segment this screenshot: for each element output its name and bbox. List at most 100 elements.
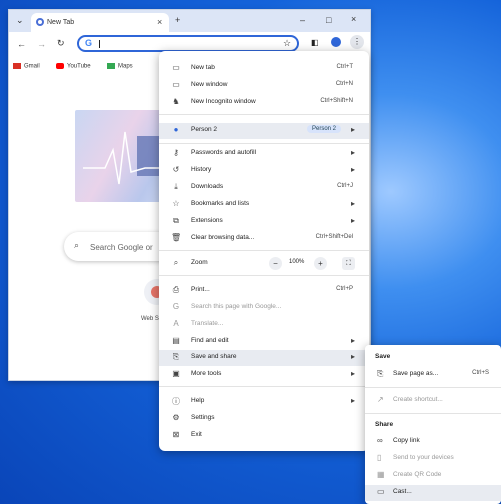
side-panel-icon[interactable]: ◧ — [311, 38, 319, 47]
google-g-icon: G — [85, 38, 93, 48]
menu-find-edit[interactable]: ▤ Find and edit ▸ — [159, 334, 369, 349]
bookmark-maps[interactable]: Maps — [107, 63, 133, 70]
menu-shortcut: Ctrl+J — [337, 183, 353, 189]
download-icon: ⤓ — [174, 182, 178, 191]
puzzle-icon: ⧉ — [173, 216, 179, 225]
menu-label: Passwords and autofill — [191, 149, 257, 156]
chevron-right-icon: ▸ — [350, 199, 355, 208]
help-icon: ⓘ — [172, 397, 180, 406]
menu-shortcut: Ctrl+N — [335, 81, 353, 87]
new-tab-button[interactable]: + — [175, 15, 180, 25]
divider — [159, 114, 369, 115]
trash-icon: 🗑 — [171, 233, 182, 242]
chevron-right-icon: ▸ — [350, 336, 355, 345]
divider — [159, 275, 369, 276]
profile-avatar[interactable] — [331, 37, 341, 47]
menu-clear-data[interactable]: 🗑 Clear browsing data... Ctrl+Shift+Del — [159, 231, 369, 246]
menu-exit[interactable]: ⊠ Exit — [159, 428, 369, 443]
menu-help[interactable]: ⓘ Help ▸ — [159, 394, 369, 409]
menu-extensions[interactable]: ⧉ Extensions ▸ — [159, 214, 369, 229]
menu-search-page[interactable]: G Search this page with Google... — [159, 300, 369, 315]
submenu-cast[interactable]: ▭ Cast... — [365, 485, 501, 501]
person-icon: ● — [173, 125, 179, 134]
zoom-in-button[interactable]: + — [314, 257, 327, 270]
menu-label: Copy link — [393, 437, 420, 444]
menu-print[interactable]: ⎙ Print... Ctrl+P — [159, 283, 369, 298]
menu-translate[interactable]: A Translate... — [159, 317, 369, 332]
menu-passwords[interactable]: ⚷ Passwords and autofill ▸ — [159, 146, 369, 161]
menu-label: Save and share — [191, 353, 237, 360]
zoom-value: 100% — [289, 259, 305, 265]
close-window-button[interactable]: × — [351, 14, 356, 24]
shortcut-label: Web S — [141, 316, 159, 322]
menu-label: Find and edit — [191, 337, 229, 344]
chevron-right-icon: ▸ — [350, 165, 355, 174]
devices-icon: ▯ — [377, 453, 382, 462]
bookmark-gmail[interactable]: Gmail — [13, 63, 40, 70]
menu-label: Downloads — [191, 183, 224, 190]
menu-save-share[interactable]: ⎘ Save and share ▸ — [159, 350, 369, 366]
save-page-icon: ⎘ — [377, 369, 384, 378]
printer-icon: ⎙ — [172, 285, 180, 294]
divider — [159, 250, 369, 251]
menu-label: Clear browsing data... — [191, 234, 255, 241]
save-share-icon: ⎘ — [172, 352, 180, 361]
menu-label: New tab — [191, 64, 215, 71]
menu-label: Create shortcut... — [393, 396, 443, 403]
bookmark-label: Gmail — [24, 63, 40, 70]
chrome-menu: ▭ New tab Ctrl+T ▭ New window Ctrl+N ♞ N… — [159, 51, 369, 451]
bookmark-youtube[interactable]: YouTube — [56, 63, 91, 70]
submenu-send-devices[interactable]: ▯ Send to your devices — [365, 451, 501, 466]
translate-icon: A — [173, 319, 179, 328]
reload-button[interactable]: ↻ — [57, 38, 65, 49]
menu-label: New window — [191, 81, 228, 88]
link-icon: ∞ — [377, 436, 383, 445]
menu-new-incognito[interactable]: ♞ New Incognito window Ctrl+Shift+N — [159, 95, 369, 110]
menu-label: More tools — [191, 370, 222, 377]
menu-profile[interactable]: ● Person 2 Person 2 ▸ — [159, 123, 369, 139]
tab-search-button[interactable]: ⌄ — [16, 15, 24, 26]
kebab-menu-icon[interactable]: ⋮ — [350, 35, 364, 49]
menu-new-tab[interactable]: ▭ New tab Ctrl+T — [159, 61, 369, 76]
chevron-right-icon: ▸ — [350, 352, 355, 361]
exit-icon: ⊠ — [172, 430, 180, 439]
zoom-icon: ⌕ — [173, 258, 179, 267]
bookmark-label: YouTube — [67, 63, 91, 70]
chrome-icon — [36, 18, 44, 26]
menu-downloads[interactable]: ⤓ Downloads Ctrl+J — [159, 180, 369, 195]
submenu-copy-link[interactable]: ∞ Copy link — [365, 434, 501, 449]
chevron-right-icon: ▸ — [350, 396, 355, 405]
menu-label: Settings — [191, 414, 215, 421]
submenu-qr-code[interactable]: ▦ Create QR Code — [365, 468, 501, 483]
zoom-out-button[interactable]: − — [269, 257, 282, 270]
star-icon[interactable]: ☆ — [283, 38, 291, 49]
menu-bookmarks[interactable]: ☆ Bookmarks and lists ▸ — [159, 197, 369, 212]
menu-label: Cast... — [393, 488, 412, 495]
menu-history[interactable]: ↺ History ▸ — [159, 163, 369, 178]
fullscreen-icon[interactable]: ⛶ — [342, 257, 355, 270]
gmail-icon — [13, 63, 21, 69]
maximize-button[interactable]: □ — [326, 15, 331, 25]
menu-label: Bookmarks and lists — [191, 200, 250, 207]
minimize-button[interactable]: – — [300, 15, 305, 25]
key-icon: ⚷ — [173, 148, 179, 157]
shortcut-arrow-icon: ↗ — [377, 395, 384, 404]
menu-new-window[interactable]: ▭ New window Ctrl+N — [159, 78, 369, 93]
menu-shortcut: Ctrl+S — [472, 370, 489, 376]
submenu-create-shortcut[interactable]: ↗ Create shortcut... — [365, 393, 501, 408]
forward-button[interactable]: → — [37, 39, 46, 49]
qr-code-icon: ▦ — [377, 470, 385, 479]
tab-new-tab[interactable]: New Tab × — [31, 13, 169, 32]
menu-shortcut: Ctrl+Shift+Del — [315, 234, 353, 240]
menu-more-tools[interactable]: ▣ More tools ▸ — [159, 367, 369, 382]
tab-close-button[interactable]: × — [157, 17, 162, 27]
omnibox[interactable]: G ☆ — [77, 35, 299, 52]
menu-label: Create QR Code — [393, 471, 442, 478]
save-share-submenu: Save ⎘ Save page as... Ctrl+S ↗ Create s… — [365, 345, 501, 504]
menu-label: Extensions — [191, 217, 223, 224]
back-button[interactable]: ← — [17, 39, 26, 49]
profile-chip: Person 2 — [306, 125, 341, 133]
submenu-save-page[interactable]: ⎘ Save page as... Ctrl+S — [365, 367, 501, 382]
search-icon: ⌕ — [74, 240, 80, 250]
menu-settings[interactable]: ⚙ Settings — [159, 411, 369, 426]
